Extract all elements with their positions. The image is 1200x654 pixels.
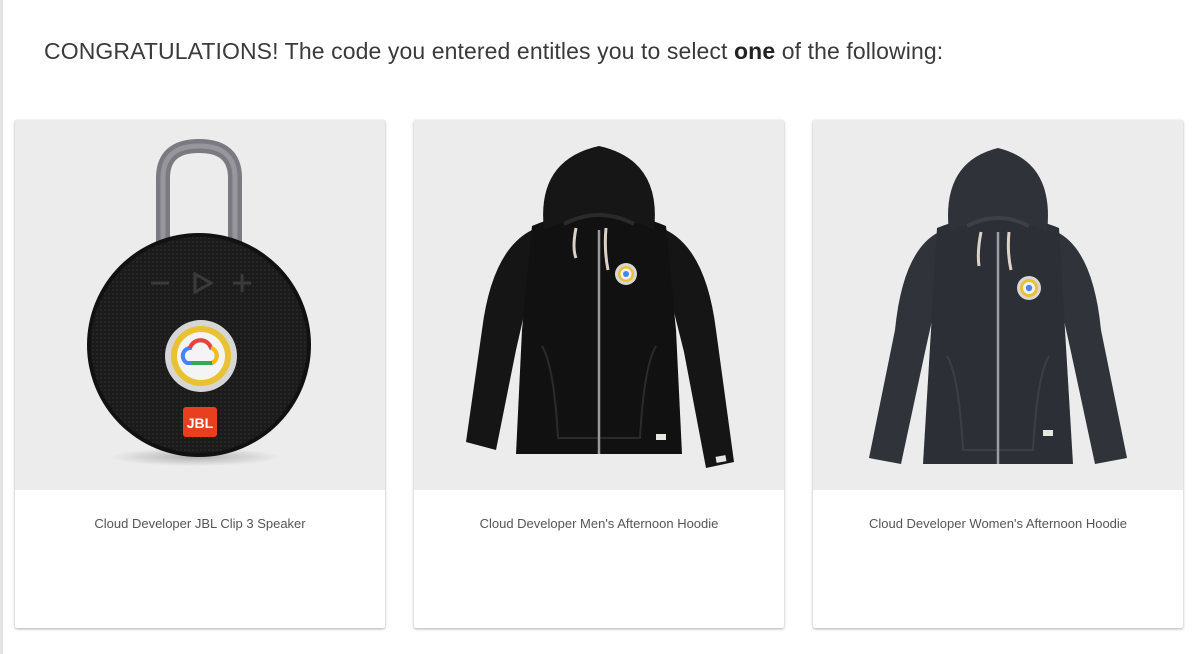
jbl-logo: JBL — [183, 407, 217, 437]
product-title[interactable]: Cloud Developer JBL Clip 3 Speaker — [15, 516, 385, 531]
speaker-illustration: JBL — [87, 138, 311, 466]
product-grid: JBL Cloud Developer JBL Clip 3 Speaker C… — [15, 120, 1185, 630]
product-title[interactable]: Cloud Developer Men's Afternoon Hoodie — [414, 516, 784, 531]
svg-text:JBL: JBL — [187, 415, 214, 431]
heading-text-after: of the following: — [775, 38, 944, 64]
heading-emphasis: one — [734, 38, 776, 64]
mens-hoodie-illustration — [466, 146, 734, 468]
womens-hoodie-illustration — [869, 148, 1127, 464]
product-image-speaker[interactable]: JBL — [15, 120, 385, 490]
google-cloud-badge — [1017, 276, 1041, 300]
product-image-womens-hoodie[interactable] — [813, 120, 1183, 490]
google-cloud-badge — [165, 320, 237, 392]
left-border — [0, 0, 3, 654]
product-title[interactable]: Cloud Developer Women's Afternoon Hoodie — [813, 516, 1183, 531]
google-cloud-badge — [615, 263, 637, 285]
product-image-mens-hoodie[interactable] — [414, 120, 784, 490]
product-card-speaker[interactable]: JBL Cloud Developer JBL Clip 3 Speaker — [15, 120, 385, 628]
product-card-mens-hoodie[interactable]: Cloud Developer Men's Afternoon Hoodie — [414, 120, 784, 628]
page-heading: CONGRATULATIONS! The code you entered en… — [44, 38, 943, 65]
heading-text-before: CONGRATULATIONS! The code you entered en… — [44, 38, 735, 64]
product-card-womens-hoodie[interactable]: Cloud Developer Women's Afternoon Hoodie — [813, 120, 1183, 628]
